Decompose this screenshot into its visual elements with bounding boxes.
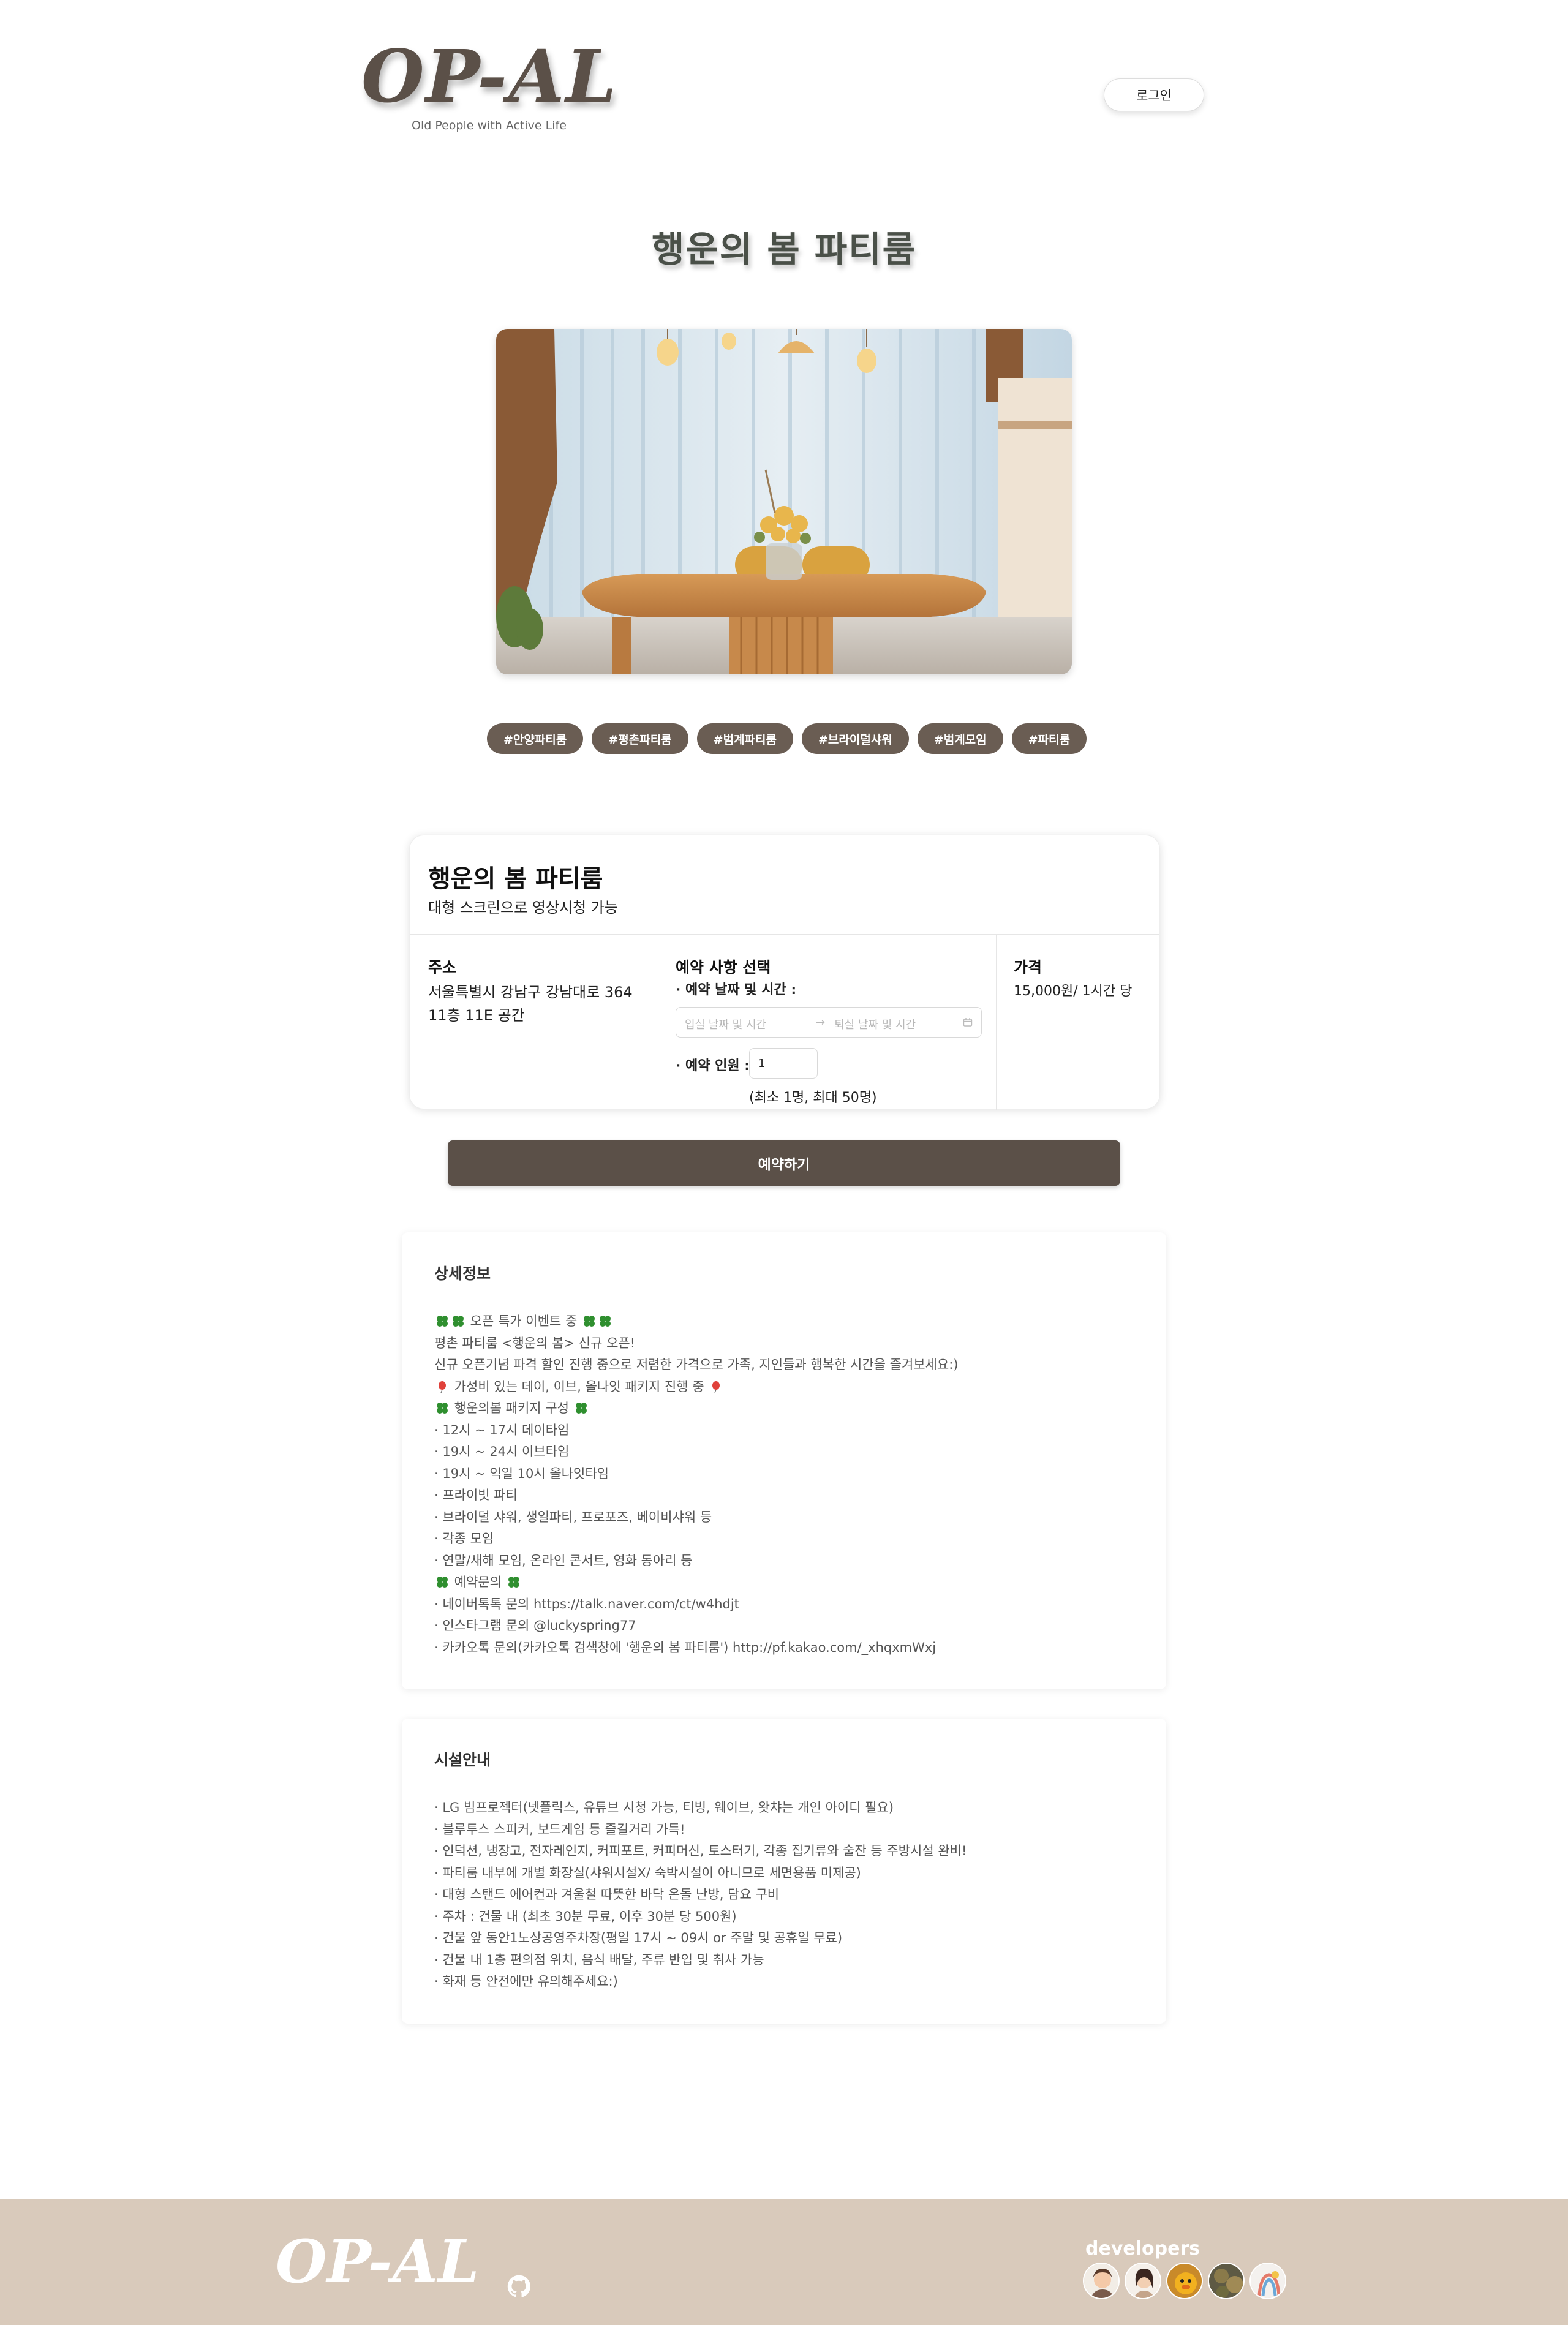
tag-list: #안양파티룸 #평촌파티룸 #범계파티룸 #브라이덜샤워 #범계모임 #파티룸 bbox=[487, 723, 1087, 754]
reserve-button[interactable]: 예약하기 bbox=[448, 1140, 1120, 1186]
detail-line: · 12시 ~ 17시 데이타임 bbox=[434, 1422, 570, 1438]
facility-line: · 인덕션, 냉장고, 전자레인지, 커피포트, 커피머신, 토스터기, 각종 … bbox=[434, 1844, 967, 1858]
price-label: 가격 bbox=[1014, 959, 1042, 976]
facility-line: · 건물 내 1층 편의점 위치, 음식 배달, 주류 반입 및 취사 가능 bbox=[434, 1952, 764, 1967]
avatar[interactable] bbox=[1166, 2263, 1203, 2299]
logo-text: OP-AL bbox=[361, 34, 618, 119]
people-count-input[interactable]: 1 bbox=[749, 1048, 818, 1079]
booking-card: 행운의 봄 파티룸 대형 스크린으로 영상시청 가능 주소 서울특별시 강남구 … bbox=[409, 835, 1161, 1110]
detail-line: · 카카오톡 문의(카카오톡 검색창에 '행운의 봄 파티룸') http://… bbox=[434, 1640, 937, 1655]
clover-icon bbox=[437, 1316, 448, 1327]
detail-line: · 프라이빗 파티 bbox=[434, 1488, 518, 1502]
page-title: 행운의 봄 파티룸 bbox=[652, 228, 916, 270]
tag-chip[interactable]: #브라이덜샤워 bbox=[801, 723, 909, 754]
footer: OP-AL developers bbox=[0, 2199, 1568, 2325]
clover-icon bbox=[575, 1403, 587, 1414]
facility-line: · 주차 : 건물 내 (최초 30분 무료, 이후 30분 당 500원) bbox=[434, 1909, 737, 1924]
facility-line: · 대형 스탠드 에어컨과 겨울철 따뜻한 바닥 온돌 난방, 담요 구비 bbox=[434, 1887, 780, 1902]
detail-line: 행운의봄 패키지 구성 bbox=[434, 1398, 959, 1420]
facility-line: · 파티룸 내부에 개별 화장실(샤워시설X/ 숙박시설이 아니므로 세면용품 … bbox=[434, 1865, 861, 1880]
avatar[interactable] bbox=[1083, 2263, 1120, 2299]
date-range-picker[interactable]: 입실 날짜 및 시간 → 퇴실 날짜 및 시간 bbox=[676, 1007, 982, 1038]
detail-text: 예약문의 bbox=[450, 1575, 506, 1589]
login-button[interactable]: 로그인 bbox=[1104, 78, 1204, 111]
price-value: 15,000원/ 1시간 당 bbox=[1014, 984, 1133, 999]
clover-icon bbox=[599, 1316, 611, 1327]
date-label: · 예약 날짜 및 시간 : bbox=[676, 982, 797, 998]
developer-avatars bbox=[1083, 2263, 1286, 2299]
checkout-input[interactable]: 퇴실 날짜 및 시간 bbox=[834, 1016, 916, 1032]
detail-body: 오픈 특가 이벤트 중 평촌 파티룸 <행운의 봄> 신규 오픈! 신규 오픈기… bbox=[434, 1311, 959, 1659]
address-label: 주소 bbox=[428, 959, 457, 976]
address-line-2: 11층 11E 공간 bbox=[428, 1007, 525, 1024]
range-arrow: → bbox=[816, 1016, 826, 1029]
calendar-icon[interactable] bbox=[963, 1017, 973, 1027]
detail-section: 상세정보 오픈 특가 이벤트 중 평촌 파티룸 <행운의 봄> 신규 오픈! 신… bbox=[402, 1232, 1166, 1689]
facility-body: · LG 빔프로젝터(넷플릭스, 유튜브 시청 가능, 티빙, 웨이브, 왓챠는… bbox=[434, 1797, 967, 1993]
reservation-label: 예약 사항 선택 bbox=[676, 959, 771, 976]
people-range-note: (최소 1명, 최대 50명) bbox=[749, 1090, 877, 1106]
clover-icon bbox=[508, 1577, 519, 1588]
people-label: · 예약 인원 : bbox=[676, 1058, 750, 1074]
clover-icon bbox=[453, 1316, 464, 1327]
detail-line: · 인스타그램 문의 @luckyspring77 bbox=[434, 1618, 636, 1633]
detail-line: · 연말/새해 모임, 온라인 콘서트, 영화 동아리 등 bbox=[434, 1553, 693, 1568]
booking-card-header: 행운의 봄 파티룸 대형 스크린으로 영상시청 가능 bbox=[410, 835, 1159, 935]
tag-chip[interactable]: #안양파티룸 bbox=[487, 723, 584, 754]
clover-icon bbox=[437, 1403, 448, 1414]
footer-logo[interactable]: OP-AL bbox=[276, 2228, 479, 2296]
facility-line: · 화재 등 안전에만 유의해주세요:) bbox=[434, 1974, 618, 1989]
facility-line: · 건물 앞 동안1노상공영주차장(평일 17시 ~ 09시 or 주말 및 공… bbox=[434, 1931, 843, 1945]
detail-line: · 브라이덜 샤워, 생일파티, 프로포즈, 베이비샤워 등 bbox=[434, 1509, 712, 1524]
detail-line: 오픈 특가 이벤트 중 bbox=[434, 1311, 959, 1333]
facility-line: · LG 빔프로젝터(넷플릭스, 유튜브 시청 가능, 티빙, 웨이브, 왓챠는… bbox=[434, 1800, 894, 1815]
detail-line: · 각종 모임 bbox=[434, 1531, 494, 1546]
detail-title: 상세정보 bbox=[434, 1265, 491, 1283]
balloon-icon bbox=[439, 1381, 446, 1393]
detail-line: · 19시 ~ 24시 이브타임 bbox=[434, 1444, 570, 1459]
facility-section: 시설안내 · LG 빔프로젝터(넷플릭스, 유튜브 시청 가능, 티빙, 웨이브… bbox=[402, 1719, 1166, 2024]
address-line-1: 서울특별시 강남구 강남대로 364 bbox=[428, 984, 633, 1001]
github-icon[interactable] bbox=[507, 2275, 530, 2298]
price-column: 가격 15,000원/ 1시간 당 bbox=[997, 935, 1161, 1110]
tag-chip[interactable]: #파티룸 bbox=[1011, 723, 1087, 754]
detail-line: · 네이버톡톡 문의 https://talk.naver.com/ct/w4h… bbox=[434, 1596, 739, 1611]
detail-text: 가성비 있는 데이, 이브, 올나잇 패키지 진행 중 bbox=[450, 1379, 709, 1394]
room-subtitle: 대형 스크린으로 영상시청 가능 bbox=[428, 899, 618, 916]
party-room-photo-illustration bbox=[496, 329, 1072, 674]
checkin-input[interactable]: 입실 날짜 및 시간 bbox=[685, 1016, 766, 1032]
reservation-column: 예약 사항 선택 · 예약 날짜 및 시간 : 입실 날짜 및 시간 → 퇴실 … bbox=[657, 935, 997, 1110]
tag-chip[interactable]: #평촌파티룸 bbox=[592, 723, 688, 754]
balloon-icon bbox=[712, 1381, 720, 1393]
detail-line: 신규 오픈기념 파격 할인 진행 중으로 저렴한 가격으로 가족, 지인들과 행… bbox=[434, 1357, 959, 1372]
avatar[interactable] bbox=[1208, 2263, 1245, 2299]
tag-chip[interactable]: #범계파티룸 bbox=[696, 723, 793, 754]
detail-text: 오픈 특가 이벤트 중 bbox=[466, 1314, 581, 1328]
logo-tagline: Old People with Active Life bbox=[412, 119, 567, 132]
avatar[interactable] bbox=[1125, 2263, 1161, 2299]
room-name: 행운의 봄 파티룸 bbox=[428, 865, 603, 893]
detail-text: 행운의봄 패키지 구성 bbox=[450, 1401, 573, 1415]
detail-line: 평촌 파티룸 <행운의 봄> 신규 오픈! bbox=[434, 1335, 636, 1351]
detail-line: 예약문의 bbox=[434, 1572, 959, 1594]
avatar[interactable] bbox=[1250, 2263, 1286, 2299]
clover-icon bbox=[583, 1316, 595, 1327]
facility-line: · 블루투스 스피커, 보드게임 등 즐길거리 가득! bbox=[434, 1822, 685, 1837]
address-column: 주소 서울특별시 강남구 강남대로 364 11층 11E 공간 bbox=[410, 935, 657, 1110]
developers-label: developers bbox=[1085, 2238, 1200, 2259]
tag-chip[interactable]: #범계모임 bbox=[917, 723, 1003, 754]
clover-icon bbox=[437, 1577, 448, 1588]
detail-line: · 19시 ~ 익일 10시 올나잇타임 bbox=[434, 1466, 609, 1481]
facility-title: 시설안내 bbox=[434, 1751, 491, 1769]
party-room-photo bbox=[496, 329, 1072, 674]
site-logo[interactable]: OP-AL Old People with Active Life bbox=[361, 34, 619, 133]
detail-line: 가성비 있는 데이, 이브, 올나잇 패키지 진행 중 bbox=[434, 1376, 959, 1398]
